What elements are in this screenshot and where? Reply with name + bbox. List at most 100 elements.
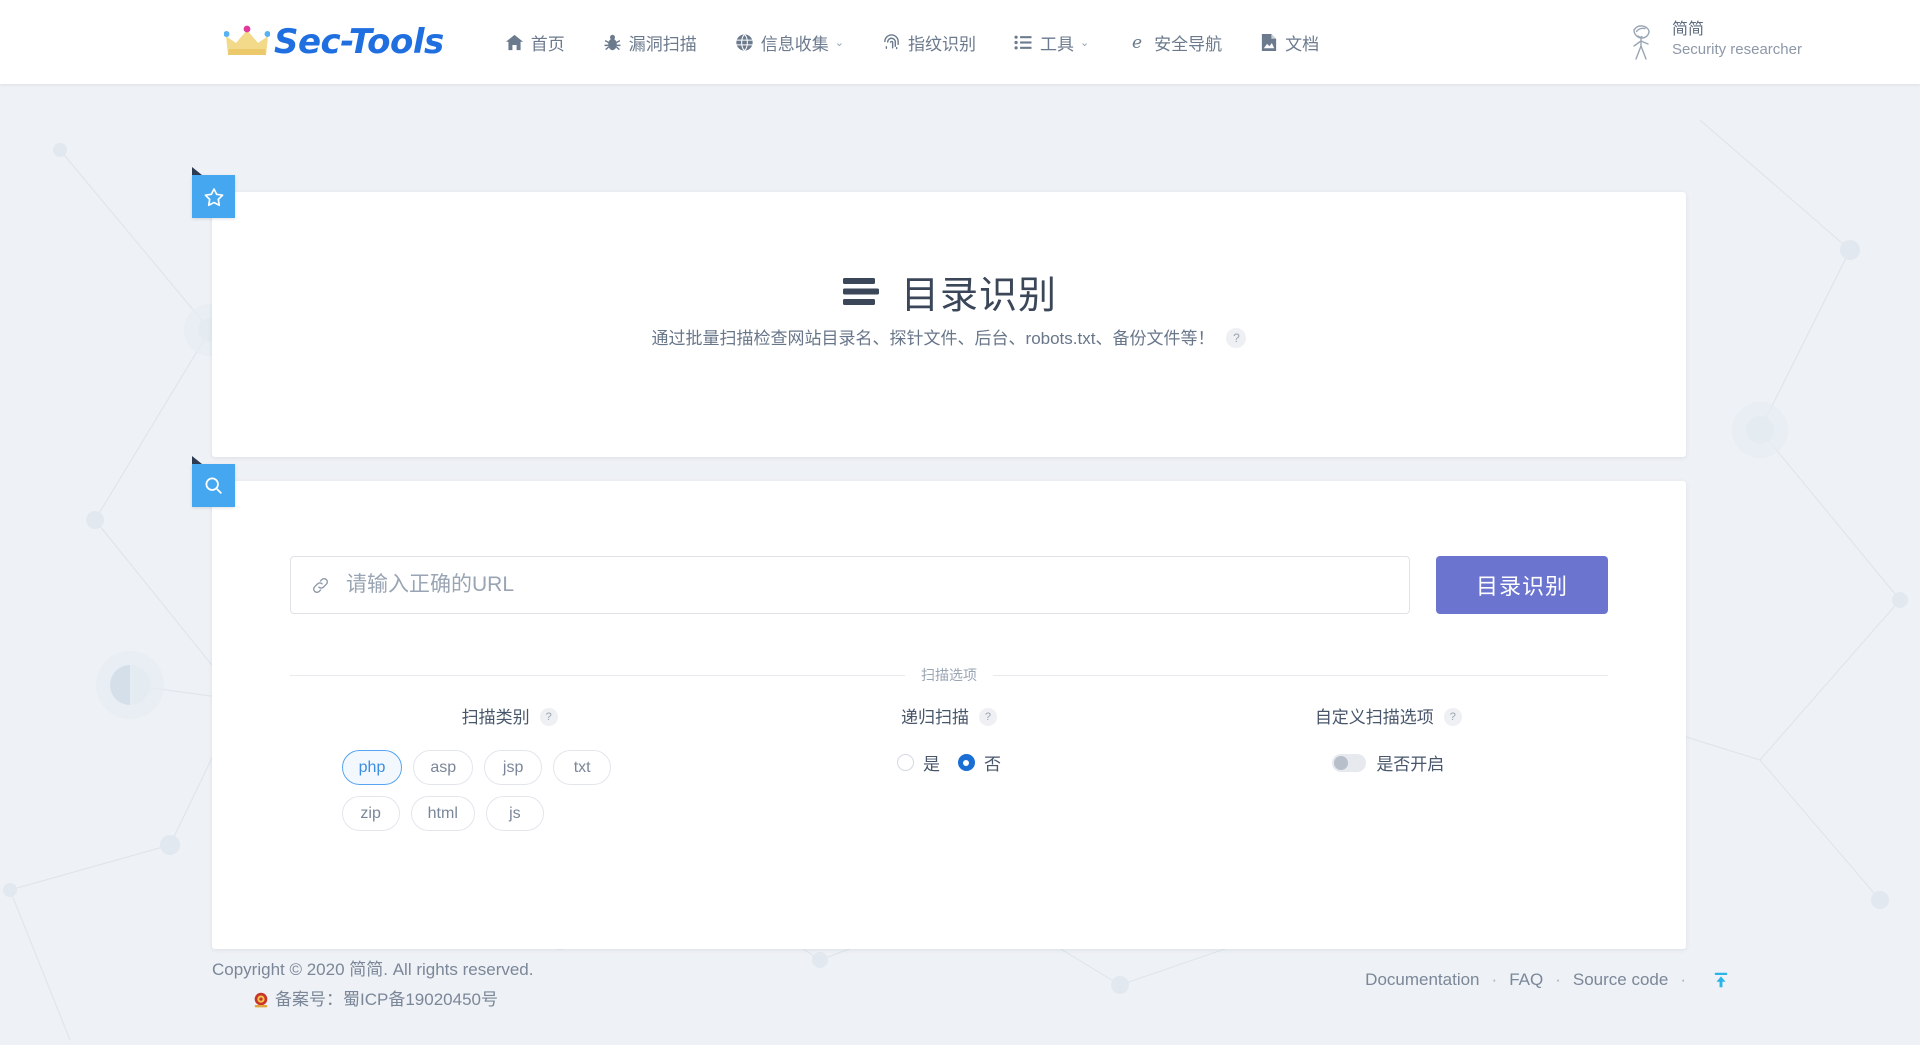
chip-js[interactable]: js (485, 796, 544, 831)
toggle-label: 是否开启 (1376, 755, 1445, 774)
recursive-scan-header: 递归扫描 ? (901, 703, 997, 728)
custom-scan-toggle-row[interactable]: 是否开启 (1332, 750, 1444, 775)
page-footer: Copyright © 2020 简简. All rights reserved… (0, 945, 1920, 1045)
help-icon[interactable]: ? (1226, 327, 1247, 348)
submit-scan-button[interactable]: 目录识别 (1436, 556, 1608, 614)
radio-recursive-no[interactable]: 否 (957, 750, 1001, 775)
list-lines-icon (841, 275, 881, 309)
footer-link-faq[interactable]: FAQ (1509, 970, 1543, 990)
scan-category-group: 扫描类别 ? php asp jsp txt zip html js (290, 703, 729, 831)
nav-item-security-nav[interactable]: e 安全导航 (1108, 0, 1241, 84)
recursive-scan-group: 递归扫描 ? 是 否 (729, 703, 1168, 831)
chevron-down-icon: ⌄ (834, 36, 844, 49)
icp-prefix: 备案号： (275, 990, 343, 1009)
nav-item-vuln-scan[interactable]: 漏洞扫描 (584, 0, 716, 84)
footer-copyright-block: Copyright © 2020 简简. All rights reserved… (212, 955, 534, 1015)
star-icon (204, 187, 223, 206)
toggle-switch[interactable] (1332, 753, 1367, 772)
radio-label: 是 (922, 755, 940, 774)
chip-jsp[interactable]: jsp (484, 750, 543, 785)
nav-item-info-gathering[interactable]: 信息收集 ⌄ (716, 0, 863, 84)
explorer-e-icon: e (1127, 32, 1147, 52)
arrow-to-top-icon[interactable] (1712, 971, 1730, 989)
svg-text:e: e (1132, 33, 1142, 52)
person-sketch-avatar (1633, 25, 1650, 60)
page-title: 目录识别 (212, 264, 1686, 319)
footer-link-documentation[interactable]: Documentation (1365, 970, 1479, 990)
nav-item-docs[interactable]: 文档 (1241, 0, 1338, 84)
radio-dot-icon (957, 754, 975, 771)
nav-label: 首页 (530, 34, 565, 54)
globe-icon (735, 33, 754, 52)
search-icon (205, 477, 222, 494)
user-role: Security researcher (1671, 41, 1802, 58)
search-badge[interactable] (192, 456, 235, 507)
star-badge[interactable] (192, 167, 235, 218)
url-input[interactable] (344, 572, 1389, 598)
footer-link-source-code[interactable]: Source code (1573, 970, 1668, 990)
custom-scan-group: 自定义扫描选项 ? 是否开启 (1169, 703, 1608, 831)
url-input-wrapper[interactable] (290, 556, 1410, 614)
radio-label: 否 (983, 755, 1001, 774)
brand-name: Sec-Tools (274, 22, 444, 62)
icp-number: 蜀ICP备19020450号 (343, 990, 498, 1009)
scan-options-divider: 扫描选项 (290, 665, 1608, 685)
tool-description: 通过批量扫描检查网站目录名、探针文件、后台、robots.txt、备份文件等！ … (212, 324, 1686, 349)
tool-description-text: 通过批量扫描检查网站目录名、探针文件、后台、robots.txt、备份文件等！ (651, 329, 1215, 348)
nav-item-tools[interactable]: 工具 ⌄ (995, 0, 1108, 84)
divider-label: 扫描选项 (921, 667, 977, 683)
custom-scan-label: 自定义扫描选项 (1314, 708, 1434, 727)
nav-links: 首页 漏洞扫描 信息收集 ⌄ 指纹识别 工具 ⌄ e 安全导航 文档 (486, 0, 1338, 84)
scan-category-header: 扫描类别 ? (462, 703, 558, 728)
copyright-text: Copyright © 2020 简简. All rights reserved… (212, 960, 534, 979)
crown-icon (224, 25, 270, 55)
nav-label: 指纹识别 (907, 34, 976, 54)
help-icon[interactable]: ? (539, 707, 558, 726)
help-icon[interactable]: ? (1443, 707, 1462, 726)
help-icon[interactable]: ? (978, 707, 997, 726)
brand-logo[interactable]: Sec-Tools (224, 22, 444, 62)
chip-txt[interactable]: txt (553, 750, 612, 785)
scan-options: 扫描类别 ? php asp jsp txt zip html js 递归扫描 … (290, 703, 1608, 831)
url-form-row: 目录识别 (290, 556, 1608, 614)
chevron-down-icon: ⌄ (1079, 36, 1090, 49)
user-profile[interactable]: 简简 Security researcher (1624, 18, 1802, 62)
link-icon (311, 576, 330, 595)
radio-dot-icon (896, 754, 914, 771)
chip-zip[interactable]: zip (341, 796, 400, 831)
nav-item-home[interactable]: 首页 (486, 0, 584, 84)
bug-icon (603, 33, 622, 52)
scan-form-card: 目录识别 扫描选项 扫描类别 ? php asp jsp txt zip (192, 456, 1686, 949)
scan-category-label: 扫描类别 (461, 708, 530, 727)
footer-separator: · (1491, 970, 1498, 989)
nav-item-fingerprint[interactable]: 指纹识别 (863, 0, 995, 84)
nav-label: 工具 (1039, 34, 1074, 54)
nav-label: 漏洞扫描 (628, 34, 697, 54)
document-icon (1260, 33, 1278, 52)
icp-record[interactable]: 备案号： 蜀ICP备19020450号 (212, 985, 534, 1015)
file-type-chip-list: php asp jsp txt zip html js (340, 750, 680, 831)
tool-intro-card: 目录识别 通过批量扫描检查网站目录名、探针文件、后台、robots.txt、备份… (192, 167, 1686, 457)
home-icon (505, 33, 524, 52)
police-badge-icon (254, 992, 268, 1008)
footer-separator: · (1680, 970, 1686, 989)
footer-separator: · (1555, 970, 1561, 989)
chip-php[interactable]: php (341, 750, 403, 785)
chip-html[interactable]: html (410, 796, 475, 831)
footer-links: Documentation · FAQ · Source code · (1365, 970, 1730, 990)
recursive-radio-group: 是 否 (896, 750, 1001, 775)
radio-recursive-yes[interactable]: 是 (896, 750, 940, 775)
page-title-text: 目录识别 (900, 275, 1057, 317)
chip-asp[interactable]: asp (413, 750, 474, 785)
fingerprint-icon (882, 33, 901, 52)
custom-scan-header: 自定义扫描选项 ? (1315, 703, 1462, 728)
nav-label: 信息收集 (760, 34, 829, 54)
user-name: 简简 (1671, 21, 1704, 38)
list-icon (1014, 33, 1033, 52)
divider-line-right (993, 674, 1608, 676)
divider-line-left (290, 674, 905, 676)
recursive-scan-label: 递归扫描 (900, 708, 969, 727)
nav-label: 文档 (1285, 34, 1320, 54)
top-navbar: Sec-Tools 首页 漏洞扫描 信息收集 ⌄ 指纹识别 工具 ⌄ e 安全导… (0, 0, 1920, 84)
nav-label: 安全导航 (1154, 34, 1223, 54)
